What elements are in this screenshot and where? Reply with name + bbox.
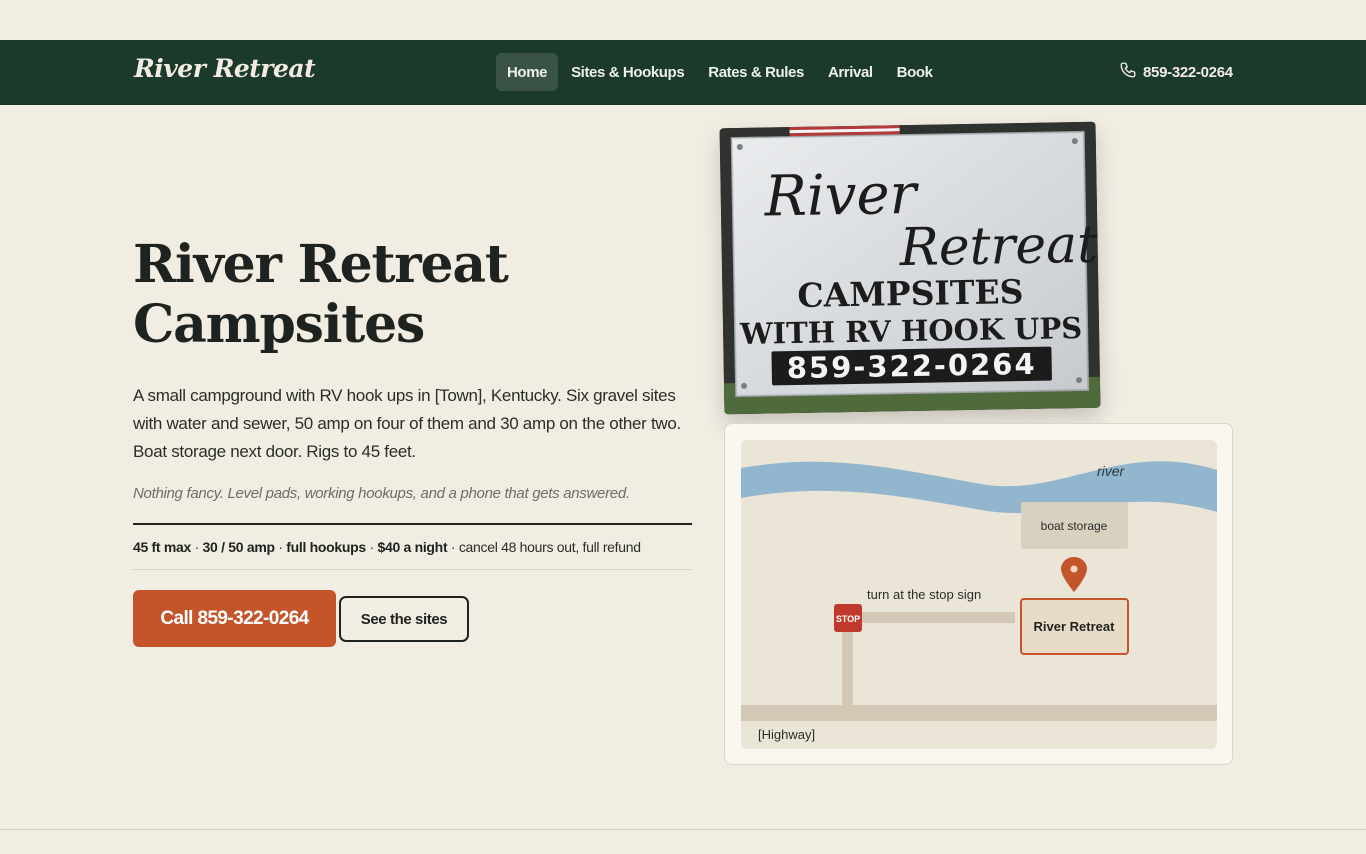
footer-divider [0, 829, 1366, 830]
fact-amperage: 30 / 50 amp [202, 539, 276, 555]
river-shape [741, 461, 1217, 514]
call-button[interactable]: Call 859-322-0264 [133, 590, 336, 647]
title-line-1: River Retreat [133, 234, 509, 295]
header-phone-number: 859-322-0264 [1143, 63, 1233, 81]
brand-logo[interactable]: River Retreat [134, 54, 316, 83]
fact-separator: · [191, 539, 203, 555]
fact-max-length: 45 ft max [133, 539, 191, 555]
directions-map-card: river boat storage STOP turn at the stop… [724, 423, 1233, 765]
header-phone-link[interactable]: 859-322-0264 [1119, 61, 1233, 83]
side-road [859, 612, 1015, 623]
stop-sign-label: STOP [836, 614, 860, 624]
boat-storage-label: boat storage [1041, 519, 1108, 533]
fact-cancellation: cancel 48 hours out, full refund [458, 539, 641, 555]
destination-label: River Retreat [1034, 619, 1116, 634]
directions-map: river boat storage STOP turn at the stop… [741, 440, 1217, 749]
campground-sign-photo: River Retreat CAMPSITES WITH RV HOOK UPS… [719, 121, 1101, 415]
sign-text-hookups: WITH RV HOOK UPS [739, 311, 1083, 351]
fact-hookups: full hookups [286, 539, 366, 555]
fact-separator: · [365, 539, 378, 555]
nav-home[interactable]: Home [496, 53, 559, 91]
sign-text-river: River [763, 162, 920, 230]
sign-text-phone: 859-322-0264 [787, 347, 1037, 385]
fact-separator: · [274, 539, 287, 555]
turn-note: turn at the stop sign [867, 587, 981, 602]
phone-icon [1119, 61, 1137, 83]
highway-label: [Highway] [758, 727, 815, 742]
site-header: River Retreat Home Sites & Hookups Rates… [0, 40, 1366, 105]
highway-road [741, 705, 1217, 721]
facts-bar: 45 ft max · 30 / 50 amp · full hookups ·… [133, 523, 692, 570]
nav-book[interactable]: Book [886, 53, 944, 91]
sign-text-campsites: CAMPSITES [797, 272, 1024, 315]
main-nav: Home Sites & Hookups Rates & Rules Arriv… [496, 53, 944, 91]
top-spacer [0, 0, 1366, 40]
hero-tagline: Nothing fancy. Level pads, working hooku… [133, 485, 630, 502]
title-line-2: Campsites [133, 294, 425, 355]
hero-description: A small campground with RV hook ups in [… [133, 386, 681, 461]
page-title: River Retreat Campsites [133, 234, 509, 355]
sign-text-retreat: Retreat [898, 215, 1098, 278]
nav-sites-hookups[interactable]: Sites & Hookups [560, 53, 695, 91]
location-pin-icon [1061, 557, 1087, 592]
river-label: river [1097, 463, 1126, 479]
see-sites-button[interactable]: See the sites [339, 596, 469, 642]
fact-price: $40 a night [377, 539, 448, 555]
fact-separator: · [447, 539, 459, 555]
nav-rates-rules[interactable]: Rates & Rules [697, 53, 815, 91]
nav-arrival[interactable]: Arrival [817, 53, 884, 91]
